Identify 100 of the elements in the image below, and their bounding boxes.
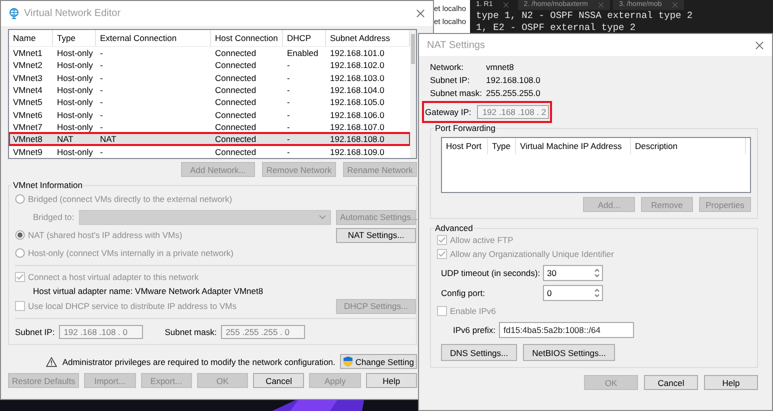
help-button[interactable]: Help (366, 373, 417, 388)
table-cell-text: VMnet2 (12, 60, 44, 70)
table-cell-text: VMnet3 (12, 72, 44, 83)
table-cell-text: Enabled (286, 48, 320, 58)
table-cell-text: 192.168.108.0 (329, 134, 386, 144)
column-header[interactable]: DHCP (283, 30, 326, 46)
table-row[interactable]: VMnet8 NAT NAT Connected - 192.168.108.0 (9, 133, 410, 146)
ipv6-prefix-label: IPv6 prefix: (453, 325, 496, 335)
close-icon[interactable] (598, 2, 604, 8)
table-cell-text: - (286, 110, 291, 120)
close-icon[interactable] (672, 2, 678, 8)
group-title: Port Forwarding (434, 123, 496, 133)
table-cell-text: - (99, 60, 104, 70)
info-label: Subnet IP: (430, 75, 471, 85)
table-cell-text: VMnet8 (12, 134, 44, 144)
udp-timeout-spinner[interactable]: 30 (543, 265, 603, 281)
close-icon[interactable] (755, 40, 764, 50)
config-port-spinner[interactable]: 0 (543, 285, 603, 301)
table-row[interactable]: VMnet1 Host-only - Connected Enabled 192.168.101.0 (9, 47, 410, 60)
table-cell-text: Host-only (56, 85, 94, 96)
gateway-ip-field[interactable]: 192 .168 .108 . 2 (477, 105, 550, 119)
table-cell-text: - (99, 85, 104, 96)
table-cell-text: NAT (99, 134, 118, 144)
subnet-mask-label: Subnet mask: (164, 326, 217, 336)
table-row[interactable]: VMnet5 Host-only - Connected - 192.168.105.0 (9, 96, 410, 108)
table-row[interactable]: VMnet2 Host-only - Connected - 192.168.102.0 (9, 59, 410, 72)
scrollbar[interactable] (410, 30, 416, 158)
column-header[interactable]: Host Port (442, 138, 488, 154)
subnet-ip-label: Subnet IP: (15, 326, 55, 336)
dns-settings-button[interactable]: DNS Settings... (441, 344, 518, 361)
caret-icon (319, 215, 326, 219)
table-cell-text: - (286, 97, 291, 108)
column-header[interactable]: Name (9, 30, 53, 46)
cancel-button[interactable]: Cancel (644, 375, 698, 390)
terminal-line: 1, E2 - OSPF external type 2 (475, 22, 637, 34)
table-cell-text: VMnet6 (12, 110, 44, 120)
table-row[interactable]: VMnet6 Host-only - Connected - 192.168.106.0 (9, 108, 410, 121)
table-row[interactable]: VMnet7 Host-only - Connected - 192.168.107.0 (9, 120, 410, 134)
info-value: 192.168.108.0 (486, 75, 540, 85)
table-cell-text: Connected (214, 122, 258, 132)
info-label: Subnet mask: (430, 88, 483, 98)
table-cell-text: NAT (56, 134, 74, 144)
table-cell-text: 192.168.106.0 (329, 110, 386, 120)
table-cell-text: VMnet4 (12, 85, 44, 96)
table-cell-text: - (99, 72, 104, 83)
udp-timeout-label: UDP timeout (in seconds): (441, 268, 542, 278)
table-row[interactable]: VMnet4 Host-only - Connected - 192.168.104.0 (9, 84, 410, 96)
table-cell-text: Connected (214, 85, 258, 96)
ipv6-prefix-field[interactable]: fd15:4ba5:5a2b:1008::/64 (498, 322, 634, 338)
table-row[interactable]: VMnet9 Host-only - Connected - 192.168.109.0 (9, 145, 410, 158)
cancel-button[interactable]: Cancel (253, 373, 304, 388)
subnet-ip-field[interactable]: 192 .168 .108 . 0 (58, 324, 143, 338)
table-cell-text: 192.168.101.0 (329, 48, 386, 58)
table-cell-text: Connected (214, 72, 258, 83)
table-cell-text: Host-only (56, 97, 94, 108)
column-header[interactable]: Virtual Machine IP Address (516, 138, 631, 154)
table-cell-text: VMnet1 (12, 48, 44, 58)
column-header[interactable]: Type (53, 30, 96, 46)
table-cell-text: - (99, 146, 104, 157)
change-settings-button[interactable]: Change Setting (340, 354, 417, 369)
table-cell-text: 192.168.102.0 (329, 60, 386, 70)
table-cell-text: - (99, 48, 104, 58)
terminal-line: type 1, N2 - OSPF NSSA external type 2 (475, 10, 694, 22)
table-cell-text: 192.168.109.0 (329, 146, 386, 157)
group-title: Advanced (434, 223, 474, 233)
table-cell-text: Host-only (56, 110, 94, 120)
group-title: VMnet Information (12, 180, 84, 190)
help-button[interactable]: Help (704, 375, 758, 390)
shield-icon (343, 356, 354, 367)
table-cell-text: - (99, 110, 104, 120)
table-cell-text: - (286, 134, 291, 144)
table-cell-text: - (286, 122, 291, 132)
table-cell-text: 192.168.105.0 (329, 97, 386, 108)
table-cell-text: Connected (214, 134, 258, 144)
window-title: NAT Settings (427, 40, 485, 50)
column-header[interactable]: Host Connection (211, 30, 283, 46)
netbios-settings-button[interactable]: NetBIOS Settings... (523, 344, 615, 361)
subnet-mask-field[interactable]: 255 .255 .255 . 0 (220, 324, 305, 338)
column-header[interactable]: External Connection (96, 30, 211, 46)
close-icon[interactable] (502, 2, 509, 8)
table-cell-text: 192.168.104.0 (329, 85, 386, 96)
config-port-label: Config port: (441, 288, 486, 298)
column-header[interactable]: Description (631, 138, 746, 154)
bridged-to-label: Bridged to: (33, 212, 74, 222)
table-cell-text: Host-only (56, 122, 94, 132)
table-cell-text: VMnet9 (12, 146, 44, 157)
table-cell-text: VMnet5 (12, 97, 44, 108)
info-value: vmnet8 (486, 62, 515, 72)
table-cell-text: Connected (214, 146, 258, 157)
column-header[interactable]: Type (488, 138, 516, 154)
table-cell-text: Connected (214, 48, 258, 58)
port-forwarding-table[interactable]: Host Port Type Virtual Machine IP Address Description (441, 137, 751, 193)
warning-icon (46, 356, 58, 366)
table-cell-text: - (286, 72, 291, 83)
close-icon[interactable] (416, 9, 425, 18)
table-cell-text: - (99, 97, 104, 108)
table-cell-text: - (286, 85, 291, 96)
table-row[interactable]: VMnet3 Host-only - Connected - 192.168.103.0 (9, 72, 410, 84)
table-cell-text: 192.168.103.0 (329, 72, 386, 83)
table-cell-text: Connected (214, 60, 258, 70)
